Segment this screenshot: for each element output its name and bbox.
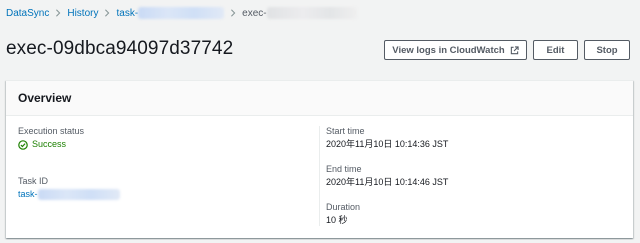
- end-time-value: 2020年11月10日 10:14:46 JST: [326, 177, 449, 187]
- breadcrumb-task-label: task-: [116, 7, 139, 19]
- page-title: exec-09dbca94097d37742: [6, 38, 234, 59]
- task-id-link[interactable]: task-: [18, 188, 313, 201]
- execution-status-label: Execution status: [18, 126, 85, 136]
- breadcrumb: DataSync History task- exec-: [6, 6, 357, 20]
- chevron-right-icon: [98, 9, 116, 17]
- duration-label: Duration: [326, 202, 361, 212]
- check-circle-icon: [18, 139, 28, 150]
- execution-status-text: Success: [32, 139, 67, 149]
- overview-right-column: Start time 2020年11月10日 10:14:36 JST End …: [326, 126, 621, 240]
- start-time-value: 2020年11月10日 10:14:36 JST: [326, 139, 449, 149]
- execution-status-value: Success: [18, 138, 313, 151]
- redacted-task-id: [37, 189, 120, 200]
- end-time-label: End time: [326, 164, 362, 174]
- stop-button[interactable]: Stop: [584, 40, 630, 60]
- overview-header: Overview: [6, 81, 633, 116]
- end-time-field: End time 2020年11月10日 10:14:46 JST: [326, 164, 621, 189]
- header-actions: View logs in CloudWatch Edit Stop: [384, 40, 630, 60]
- start-time-field: Start time 2020年11月10日 10:14:36 JST: [326, 126, 621, 151]
- duration-field: Duration 10 秒: [326, 202, 621, 227]
- breadcrumb-datasync[interactable]: DataSync: [6, 8, 49, 19]
- view-logs-label: View logs in CloudWatch: [392, 44, 505, 56]
- redacted-execution-id: [266, 7, 357, 19]
- duration-value: 10 秒: [326, 215, 348, 225]
- start-time-label: Start time: [326, 126, 365, 136]
- chevron-right-icon: [49, 9, 67, 17]
- external-link-icon: [510, 45, 519, 55]
- task-id-field: Task ID task-: [18, 176, 313, 201]
- overview-left-column: Execution status Success Task ID task-: [18, 126, 313, 214]
- view-logs-button[interactable]: View logs in CloudWatch: [384, 40, 527, 60]
- redacted-task-id: [138, 7, 225, 19]
- breadcrumb-execution-label: exec-: [242, 7, 267, 19]
- breadcrumb-history[interactable]: History: [67, 8, 98, 19]
- breadcrumb-task[interactable]: task-: [116, 7, 225, 19]
- breadcrumb-execution: exec-: [242, 7, 357, 19]
- overview-title: Overview: [18, 91, 72, 105]
- execution-status-field: Execution status Success: [18, 126, 313, 151]
- column-divider: [319, 126, 320, 226]
- chevron-right-icon: [224, 9, 242, 17]
- overview-panel: Overview Execution status Success Task I…: [6, 80, 633, 238]
- task-id-text: task-: [18, 189, 38, 199]
- edit-button[interactable]: Edit: [533, 40, 578, 60]
- task-id-label: Task ID: [18, 176, 49, 186]
